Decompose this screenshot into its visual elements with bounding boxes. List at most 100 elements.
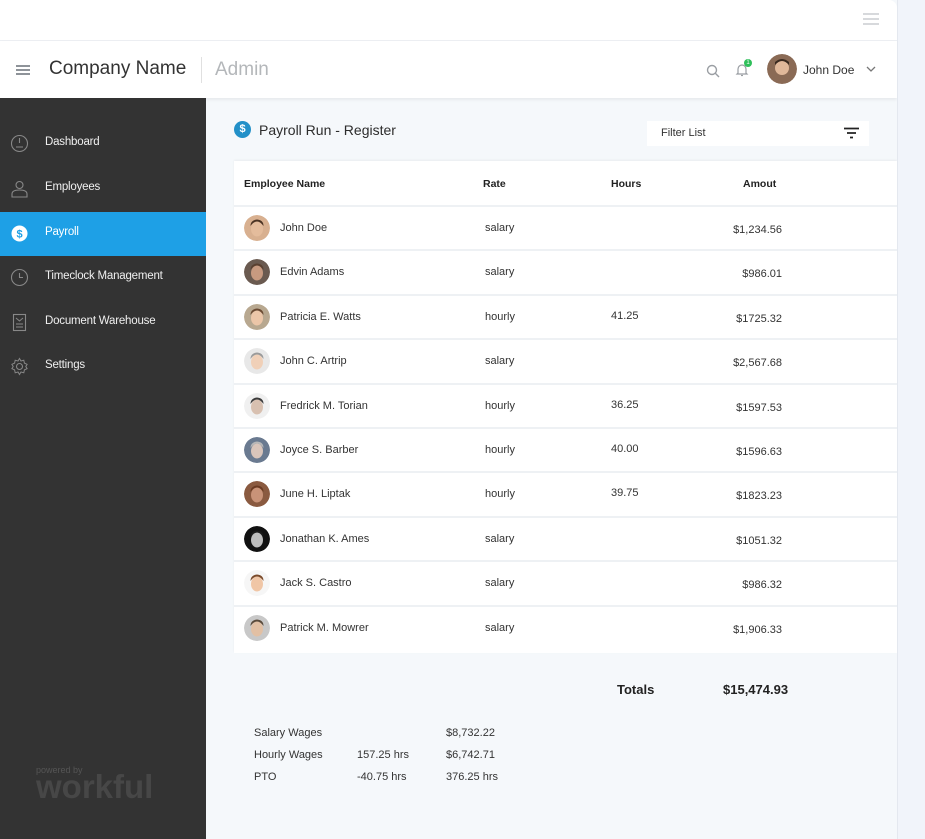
sidebar-item-label: Settings xyxy=(45,359,85,371)
employee-rate: salary xyxy=(485,532,515,545)
gear-icon xyxy=(11,357,28,376)
table-row[interactable]: Jack S. Castro salary $986.32 xyxy=(234,560,897,604)
header-divider xyxy=(201,57,202,83)
employee-amount: $2,567.68 xyxy=(733,357,782,370)
employee-avatar xyxy=(244,259,270,286)
employee-hours: 40.00 xyxy=(611,443,639,455)
employee-avatar xyxy=(244,481,270,508)
totals-value: $15,474.93 xyxy=(723,682,789,697)
employee-rate: salary xyxy=(485,266,515,279)
sidebar-item-timeclock[interactable]: Timeclock Management xyxy=(0,256,206,300)
summary-hours: 157.25 hrs xyxy=(357,749,409,761)
filter-icon[interactable] xyxy=(844,127,859,139)
sidebar-item-documents[interactable]: Document Warehouse xyxy=(0,301,206,345)
sidebar-item-settings[interactable]: Settings xyxy=(0,345,206,389)
notification-badge: 1 xyxy=(744,59,752,67)
employee-rate: hourly xyxy=(485,310,515,323)
company-name: Company Name xyxy=(49,58,187,79)
employee-avatar xyxy=(244,303,270,330)
employee-rate: salary xyxy=(485,222,515,234)
employee-amount: $1597.53 xyxy=(736,401,782,414)
employee-avatar xyxy=(244,348,270,375)
workful-logo: workful xyxy=(36,768,154,805)
sidebar-item-label: Document Warehouse xyxy=(45,315,156,327)
summary-label: PTO xyxy=(254,771,277,783)
employee-avatar xyxy=(244,614,270,641)
sidebar-item-payroll[interactable]: $ Payroll xyxy=(0,212,206,256)
employee-name: Jonathan K. Ames xyxy=(280,532,370,545)
employee-hours: 39.75 xyxy=(611,487,639,500)
column-header-name[interactable]: Employee Name xyxy=(244,178,325,190)
table-row[interactable]: Fredrick M. Torian hourly 36.25 $1597.53 xyxy=(234,382,897,427)
menu-icon[interactable] xyxy=(863,13,879,25)
employee-rate: hourly xyxy=(485,399,515,412)
chevron-down-icon[interactable] xyxy=(866,65,876,73)
summary-value: $6,742.71 xyxy=(446,749,495,761)
employee-amount: $1725.32 xyxy=(736,312,782,325)
employee-name: Patrick M. Mowrer xyxy=(280,621,369,634)
table-row[interactable]: Patricia E. Watts hourly 41.25 $1725.32 xyxy=(234,293,897,338)
employee-name: June H. Liptak xyxy=(280,488,351,501)
dollar-icon: $ xyxy=(234,121,251,138)
table-row[interactable]: Jonathan K. Ames salary $1051.32 xyxy=(234,515,897,560)
employee-hours: 36.25 xyxy=(611,398,639,411)
table-row[interactable]: Edvin Adams salary $986.01 xyxy=(234,249,897,293)
sidebar-item-label: Dashboard xyxy=(45,136,100,148)
summary-value: $8,732.22 xyxy=(446,727,495,739)
employee-name: John Doe xyxy=(280,222,328,234)
employee-avatar xyxy=(244,392,270,419)
table-row[interactable]: Joyce S. Barber hourly 40.00 $1596.63 xyxy=(234,427,897,471)
employee-name: Jack S. Castro xyxy=(280,577,352,590)
svg-text:$: $ xyxy=(16,229,22,241)
right-gutter xyxy=(897,0,925,839)
employees-icon xyxy=(11,180,28,198)
search-icon[interactable] xyxy=(706,64,720,78)
table-row[interactable]: John C. Artrip salary $2,567.68 xyxy=(234,338,897,382)
employee-rate: salary xyxy=(485,621,515,634)
employee-rate: hourly xyxy=(485,444,515,456)
sidebar-item-label: Employees xyxy=(45,181,101,193)
employee-avatar xyxy=(244,215,270,241)
column-header-hours[interactable]: Hours xyxy=(611,178,641,190)
page-title: Payroll Run - Register xyxy=(259,122,396,138)
sidebar: Dashboard Employees $ Payroll Timeclock … xyxy=(0,98,206,839)
employee-amount: $1596.63 xyxy=(736,446,782,458)
table-row[interactable]: John Doe salary $1,234.56 xyxy=(234,205,897,249)
table-row[interactable]: Patrick M. Mowrer salary $1,906.33 xyxy=(234,604,897,649)
summary-label: Hourly Wages xyxy=(254,749,323,761)
employee-amount: $986.32 xyxy=(742,579,782,592)
user-name[interactable]: John Doe xyxy=(803,63,854,77)
employee-hours: 41.25 xyxy=(611,309,639,322)
employee-rate: salary xyxy=(485,355,515,368)
summary-label: Salary Wages xyxy=(254,727,323,739)
user-avatar[interactable] xyxy=(767,54,797,84)
employee-amount: $1051.32 xyxy=(736,534,782,547)
column-header-amount[interactable]: Amout xyxy=(743,178,776,190)
employee-amount: $1823.23 xyxy=(736,490,782,503)
employee-avatar xyxy=(244,437,270,463)
sidebar-item-employees[interactable]: Employees xyxy=(0,167,206,211)
table-row[interactable]: June H. Liptak hourly 39.75 $1823.23 xyxy=(234,471,897,515)
hamburger-icon[interactable] xyxy=(16,65,30,75)
employee-name: John C. Artrip xyxy=(280,355,347,368)
payroll-table: Employee Name Rate Hours Amout John Doe s… xyxy=(234,161,897,653)
sidebar-item-dashboard[interactable]: Dashboard xyxy=(0,122,206,166)
section-label: Admin xyxy=(215,59,269,80)
document-icon xyxy=(12,313,27,332)
employee-name: Patricia E. Watts xyxy=(280,310,361,323)
header: Company Name Admin 1 John Doe xyxy=(0,41,897,98)
employee-amount: $1,234.56 xyxy=(733,224,782,236)
filter-list-label: Filter List xyxy=(661,127,706,139)
employee-amount: $1,906.33 xyxy=(733,623,782,636)
sidebar-item-label: Timeclock Management xyxy=(45,270,163,282)
employee-avatar xyxy=(244,570,270,597)
summary-hours: -40.75 hrs xyxy=(357,771,407,783)
dashboard-icon xyxy=(10,134,29,153)
employee-name: Fredrick M. Torian xyxy=(280,399,368,412)
filter-list-input[interactable]: Filter List xyxy=(647,121,869,146)
employee-rate: hourly xyxy=(485,488,515,501)
dollar-icon: $ xyxy=(11,225,28,242)
column-header-rate[interactable]: Rate xyxy=(483,178,506,190)
top-strip xyxy=(0,0,897,41)
summary-value: 376.25 hrs xyxy=(446,771,498,783)
